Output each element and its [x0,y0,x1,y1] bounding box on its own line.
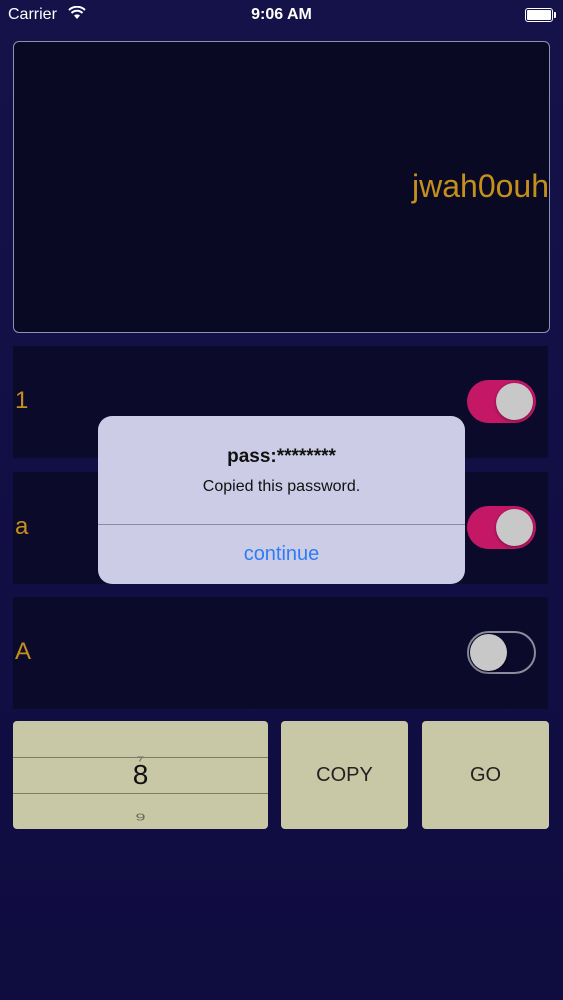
toggle-knob [496,383,533,420]
length-picker[interactable]: 7 8 9 [13,721,268,829]
option-label-uppercase: A [15,638,32,665]
alert-title: pass:******** [227,446,336,467]
toggle-knob [496,509,533,546]
generated-password: jwah0ouh [412,168,549,204]
go-button[interactable]: GO [422,721,549,829]
status-bar: Carrier 9:06 AM [0,0,563,30]
toggle-digits[interactable] [467,380,536,423]
copy-button[interactable]: COPY [281,721,408,829]
app-screen: Carrier 9:06 AM jwah0ouh 1 a A 7 8 9 COP… [0,0,563,1000]
option-label-digits: 1 [15,387,29,414]
picker-selected-value: 8 [132,759,149,790]
picker-value-below: 9 [135,811,146,823]
battery-icon [525,8,556,22]
picker-divider [13,757,268,758]
password-display: jwah0ouh [13,41,550,333]
option-row-uppercase: A [13,597,548,709]
toggle-lowercase[interactable] [467,506,536,549]
continue-button[interactable]: continue [98,525,465,584]
clock: 9:06 AM [251,6,312,23]
option-label-lowercase: a [15,513,29,540]
alert-message: Copied this password. [202,478,361,495]
copied-alert: pass:******** Copied this password. cont… [98,416,465,584]
picker-divider [13,793,268,794]
toggle-knob [470,634,507,671]
toggle-uppercase[interactable] [467,631,536,674]
